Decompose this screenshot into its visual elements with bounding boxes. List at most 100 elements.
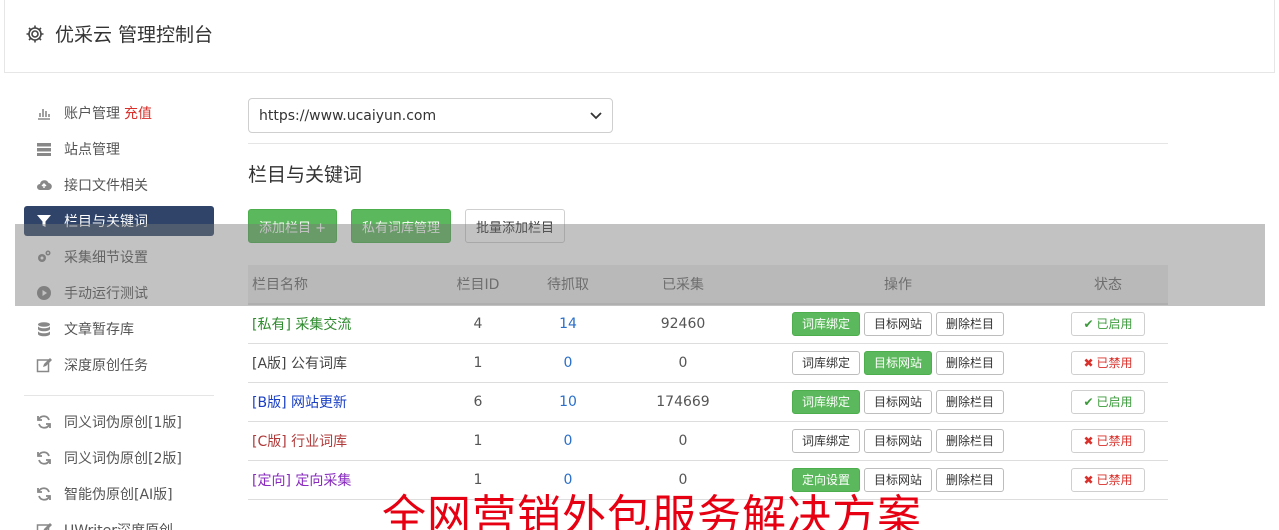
refresh-icon bbox=[37, 415, 51, 429]
cloud-upload-icon bbox=[37, 180, 52, 191]
sidebar-item-ai-rewrite[interactable]: 智能伪原创[AI版] bbox=[24, 476, 214, 512]
delete-column-button[interactable]: 删除栏目 bbox=[936, 311, 1005, 336]
status-label: 已禁用 bbox=[1096, 473, 1133, 487]
sidebar-divider bbox=[24, 395, 214, 396]
site-select-value: https://www.ucaiyun.com bbox=[259, 107, 437, 124]
status-label: 已禁用 bbox=[1096, 434, 1133, 448]
column-name: 采集交流 bbox=[295, 316, 352, 333]
sidebar-item-article-store[interactable]: 文章暂存库 bbox=[24, 311, 214, 347]
close-icon: ✖ bbox=[1083, 472, 1094, 487]
column-tag: [A版] bbox=[252, 355, 287, 372]
page-title: 栏目与关键词 bbox=[248, 164, 363, 186]
sidebar-item-synonym-v1[interactable]: 同义词伪原创[1版] bbox=[24, 404, 214, 440]
column-tag: [B版] bbox=[252, 394, 287, 411]
sidebar-item-label: 深度原创任务 bbox=[64, 358, 148, 374]
bind-lexicon-button[interactable]: 词库绑定 bbox=[791, 428, 860, 453]
divider bbox=[248, 143, 1168, 144]
sidebar-item-sites[interactable]: 站点管理 bbox=[24, 131, 214, 167]
status-toggle[interactable]: ✖ 已禁用 bbox=[1071, 428, 1145, 453]
status-label: 已启用 bbox=[1096, 395, 1133, 409]
status-label: 已启用 bbox=[1096, 317, 1133, 332]
status-toggle[interactable]: ✖ 已禁用 bbox=[1071, 467, 1145, 492]
delete-column-button[interactable]: 删除栏目 bbox=[936, 389, 1005, 414]
sidebar-item-uwriter[interactable]: UWriter深度原创 bbox=[24, 512, 214, 530]
collected-count: 0 bbox=[618, 343, 748, 383]
sidebar-item-label: 智能伪原创[AI版] bbox=[64, 487, 173, 503]
column-name-cell[interactable]: [C版] 行业词库 bbox=[248, 421, 438, 461]
refresh-icon bbox=[37, 487, 51, 501]
column-id: 6 bbox=[438, 382, 518, 422]
column-name-cell[interactable]: [A版] 公有词库 bbox=[248, 343, 438, 383]
target-site-button[interactable]: 目标网站 bbox=[863, 311, 932, 336]
sidebar-item-label: UWriter深度原创 bbox=[64, 520, 173, 530]
edit-icon bbox=[36, 358, 52, 373]
check-icon: ✔ bbox=[1083, 316, 1094, 331]
pending-count[interactable]: 0 bbox=[518, 343, 618, 383]
sidebar-item-label: 同义词伪原创[2版] bbox=[64, 451, 182, 467]
column-tag: [私有] bbox=[252, 316, 291, 333]
column-name: 行业词库 bbox=[291, 433, 348, 450]
table-row: [私有] 采集交流 4 14 92460 词库绑定 目标网站 删除栏目 ✔ 已启用 bbox=[248, 304, 1168, 344]
target-site-button[interactable]: 目标网站 bbox=[863, 428, 932, 453]
column-name: 公有词库 bbox=[290, 355, 347, 372]
sidebar-item-label: 账户管理 bbox=[64, 106, 120, 122]
site-select[interactable]: https://www.ucaiyun.com bbox=[248, 98, 613, 133]
bar-chart-icon bbox=[38, 109, 50, 120]
pending-count[interactable]: 14 bbox=[518, 304, 618, 344]
column-id: 1 bbox=[438, 421, 518, 461]
bind-lexicon-button[interactable]: 词库绑定 bbox=[791, 389, 860, 414]
column-id: 4 bbox=[438, 304, 518, 344]
watermark-text: 全网营销外包服务解决方案 bbox=[382, 491, 922, 530]
row-actions: 词库绑定 目标网站 删除栏目 bbox=[748, 350, 1048, 375]
sidebar-item-account[interactable]: 账户管理 充值 bbox=[24, 95, 214, 131]
sidebar-item-label: 文章暂存库 bbox=[64, 322, 134, 338]
collected-count: 174669 bbox=[618, 382, 748, 422]
status-toggle[interactable]: ✔ 已启用 bbox=[1071, 389, 1145, 414]
target-site-button[interactable]: 目标网站 bbox=[863, 389, 932, 414]
column-id: 1 bbox=[438, 343, 518, 383]
column-name-cell[interactable]: [私有] 采集交流 bbox=[248, 304, 438, 344]
collected-count: 0 bbox=[618, 421, 748, 461]
status-toggle[interactable]: ✖ 已禁用 bbox=[1071, 350, 1145, 375]
row-actions: 词库绑定 目标网站 删除栏目 bbox=[748, 428, 1048, 453]
row-actions: 词库绑定 目标网站 删除栏目 bbox=[748, 389, 1048, 414]
row-actions: 词库绑定 目标网站 删除栏目 bbox=[748, 311, 1048, 336]
column-name-cell[interactable]: [B版] 网站更新 bbox=[248, 382, 438, 422]
gray-overlay-band bbox=[15, 224, 1265, 306]
pending-count[interactable]: 10 bbox=[518, 382, 618, 422]
bind-lexicon-button[interactable]: 词库绑定 bbox=[791, 350, 860, 375]
chevron-down-icon bbox=[590, 111, 602, 119]
status-toggle[interactable]: ✔ 已启用 bbox=[1071, 311, 1145, 336]
delete-column-button[interactable]: 删除栏目 bbox=[936, 467, 1005, 492]
column-name: 网站更新 bbox=[290, 394, 347, 411]
table-row: [B版] 网站更新 6 10 174669 词库绑定 目标网站 删除栏目 ✔ 已启… bbox=[248, 382, 1168, 422]
bind-lexicon-button[interactable]: 词库绑定 bbox=[791, 311, 860, 336]
target-site-button[interactable]: 目标网站 bbox=[863, 350, 932, 375]
app-title-text: 优采云 管理控制台 bbox=[55, 24, 214, 46]
pending-count[interactable]: 0 bbox=[518, 421, 618, 461]
delete-column-button[interactable]: 删除栏目 bbox=[936, 428, 1005, 453]
delete-column-button[interactable]: 删除栏目 bbox=[936, 350, 1005, 375]
check-icon: ✔ bbox=[1083, 394, 1094, 409]
database-icon bbox=[38, 322, 50, 337]
app-title: 优采云 管理控制台 bbox=[25, 20, 213, 47]
sidebar-item-synonym-v2[interactable]: 同义词伪原创[2版] bbox=[24, 440, 214, 476]
table-row: [A版] 公有词库 1 0 0 词库绑定 目标网站 删除栏目 ✖ 已禁用 bbox=[248, 343, 1168, 383]
sidebar-item-label: 同义词伪原创[1版] bbox=[64, 415, 182, 431]
close-icon: ✖ bbox=[1083, 355, 1094, 370]
sidebar: 账户管理 充值 站点管理 接口文件相关 栏目与关键词 采集细节设置 手动运行测试… bbox=[24, 95, 214, 530]
column-name: 定向采集 bbox=[295, 472, 352, 489]
sidebar-item-label: 站点管理 bbox=[64, 142, 120, 158]
top-bar: 优采云 管理控制台 bbox=[4, 0, 1275, 73]
sidebar-item-label: 接口文件相关 bbox=[64, 178, 148, 194]
column-tag: [C版] bbox=[252, 433, 287, 450]
collected-count: 92460 bbox=[618, 304, 748, 344]
refresh-icon bbox=[37, 451, 51, 465]
sidebar-item-interface[interactable]: 接口文件相关 bbox=[24, 167, 214, 203]
close-icon: ✖ bbox=[1083, 433, 1094, 448]
column-tag: [定向] bbox=[252, 472, 291, 489]
sidebar-item-deep-original[interactable]: 深度原创任务 bbox=[24, 347, 214, 383]
table-row: [C版] 行业词库 1 0 0 词库绑定 目标网站 删除栏目 ✖ 已禁用 bbox=[248, 421, 1168, 461]
recharge-link[interactable]: 充值 bbox=[124, 103, 152, 123]
status-label: 已禁用 bbox=[1096, 356, 1133, 370]
